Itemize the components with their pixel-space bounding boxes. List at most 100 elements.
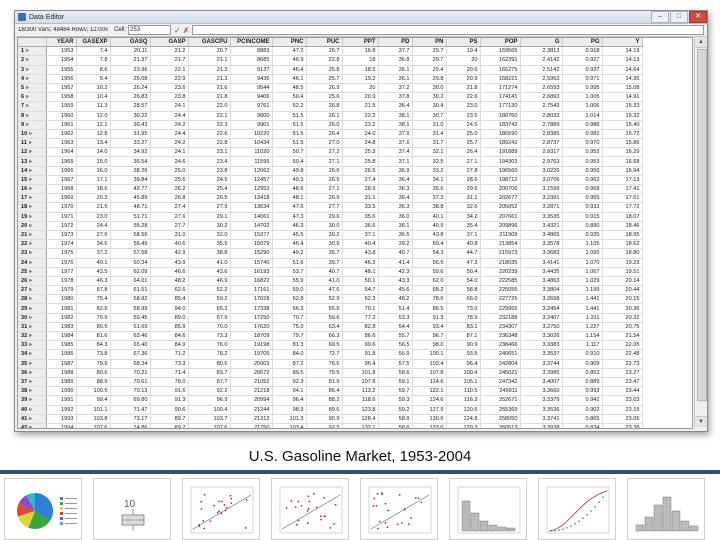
table-cell[interactable]: 9800 [230, 111, 273, 121]
table-cell[interactable]: 32.0 [188, 230, 231, 241]
table-cell[interactable]: 2.4142 [520, 55, 563, 66]
table-cell[interactable]: 3.3741 [520, 414, 563, 424]
table-cell[interactable]: 3.3383 [520, 340, 563, 351]
table-cell[interactable]: 34.2 [446, 212, 481, 222]
table-cell[interactable]: 49.8 [272, 166, 307, 176]
row-header[interactable]: 28 » [18, 294, 47, 305]
table-cell[interactable]: 1980 [46, 294, 77, 305]
table-cell[interactable]: 36.9 [378, 166, 413, 176]
table-cell[interactable]: 8883 [230, 46, 273, 57]
table-cell[interactable]: 1964 [46, 147, 77, 158]
table-cell[interactable]: 36.3 [378, 202, 413, 213]
table-cell[interactable]: 20.2 [76, 193, 111, 204]
table-cell[interactable]: 12457 [230, 175, 273, 186]
table-cell[interactable]: 47.3 [272, 212, 307, 222]
table-cell[interactable]: 36.3 [378, 184, 413, 195]
table-cell[interactable]: 1984 [46, 331, 77, 342]
thumbnail-hist2[interactable] [627, 478, 705, 540]
table-cell[interactable]: 96.4 [272, 395, 307, 406]
table-cell[interactable]: 15.33 [602, 101, 643, 112]
table-cell[interactable]: 2.9317 [520, 147, 563, 158]
table-cell[interactable]: 42.9 [150, 248, 189, 259]
table-cell[interactable]: 36.4 [378, 193, 413, 204]
table-cell[interactable]: 1.441 [562, 303, 603, 314]
table-cell[interactable]: 23.5 [446, 111, 481, 121]
table-cell[interactable]: 105.1 [446, 377, 481, 388]
table-cell[interactable]: 90.6 [342, 340, 379, 351]
row-header[interactable]: 18 » [18, 202, 47, 213]
table-cell[interactable]: 46.3 [342, 258, 379, 268]
table-cell[interactable]: 54.3 [412, 248, 447, 259]
table-cell[interactable]: 14.95 [602, 74, 643, 84]
table-cell[interactable]: 71.47 [110, 405, 151, 415]
table-cell[interactable]: 28.6 [446, 175, 481, 186]
table-cell[interactable]: 57.5 [378, 359, 413, 369]
table-cell[interactable]: 79.5 [306, 368, 343, 378]
table-cell[interactable]: 258050 [480, 414, 521, 424]
column-header-gascpu[interactable]: GASCPU [188, 38, 231, 48]
cell-value-input[interactable] [192, 25, 704, 35]
table-cell[interactable]: 2.8385 [520, 129, 563, 140]
table-cell[interactable]: 59.1 [378, 377, 413, 388]
table-cell[interactable]: 19.23 [602, 258, 643, 268]
table-cell[interactable]: 35.4 [446, 221, 481, 231]
table-cell[interactable]: 9544 [230, 83, 273, 94]
table-cell[interactable]: 13634 [230, 202, 273, 213]
table-cell[interactable]: 90.9 [446, 340, 481, 351]
table-cell[interactable]: 2.8033 [520, 111, 563, 121]
table-cell[interactable]: 37.1 [378, 156, 413, 167]
table-cell[interactable]: 29.6 [446, 184, 481, 195]
table-cell[interactable]: 43.3 [378, 276, 413, 287]
table-cell[interactable]: 68.34 [110, 359, 151, 369]
table-cell[interactable]: 27.6 [150, 212, 189, 222]
table-cell[interactable]: 59.2 [188, 294, 231, 305]
table-cell[interactable]: 165275 [480, 65, 521, 75]
table-cell[interactable]: 40.1 [76, 258, 111, 268]
table-cell[interactable]: 39.2 [378, 239, 413, 250]
table-cell[interactable]: 103.4 [412, 359, 447, 369]
table-cell[interactable]: 8685 [230, 55, 273, 66]
table-cell[interactable]: 1970 [46, 202, 77, 213]
table-cell[interactable]: 1958 [46, 92, 77, 103]
table-cell[interactable]: 14.91 [602, 92, 643, 103]
table-cell[interactable]: 35.7 [306, 248, 343, 259]
table-cell[interactable]: 168221 [480, 74, 521, 84]
table-cell[interactable]: 81.3 [272, 340, 307, 351]
table-cell[interactable]: 36.1 [378, 74, 413, 84]
table-cell[interactable]: 31.7 [412, 138, 447, 149]
table-cell[interactable]: 21.5 [342, 101, 379, 112]
table-cell[interactable]: 24.6 [150, 156, 189, 167]
table-cell[interactable]: 70.21 [110, 368, 151, 378]
table-cell[interactable]: 25.0 [150, 166, 189, 176]
table-cell[interactable]: 96.4 [446, 359, 481, 369]
table-cell[interactable]: 99.4 [76, 395, 111, 406]
table-cell[interactable]: 58.6 [378, 368, 413, 378]
table-cell[interactable]: 55.9 [306, 303, 343, 314]
table-cell[interactable]: 14702 [230, 221, 273, 231]
table-cell[interactable]: 33.27 [110, 138, 151, 149]
table-cell[interactable]: 62.09 [110, 267, 151, 277]
table-cell[interactable]: 26.7 [306, 46, 343, 57]
table-cell[interactable]: 0.993 [562, 386, 603, 397]
table-cell[interactable]: 0.962 [562, 175, 603, 186]
table-cell[interactable]: 46.1 [272, 74, 307, 84]
table-cell[interactable]: 55.7 [378, 331, 413, 342]
table-cell[interactable]: 70.1 [342, 303, 379, 314]
table-cell[interactable]: 27.6 [76, 230, 111, 241]
table-cell[interactable]: 19.2 [342, 74, 379, 84]
table-cell[interactable]: 12.8 [76, 129, 111, 140]
table-cell[interactable]: 74.86 [110, 423, 151, 428]
row-header[interactable]: 8 » [18, 111, 47, 121]
table-cell[interactable]: 21.3 [188, 74, 231, 84]
table-cell[interactable]: 56.9 [378, 349, 413, 360]
table-cell[interactable]: 123.8 [342, 405, 379, 415]
table-cell[interactable]: 1994 [46, 423, 77, 428]
table-cell[interactable]: 20.36 [602, 303, 643, 314]
table-cell[interactable]: 1971 [46, 212, 77, 222]
table-cell[interactable]: 50.4 [272, 156, 307, 167]
table-cell[interactable]: 96.7 [412, 331, 447, 342]
table-cell[interactable]: 236348 [480, 331, 521, 342]
table-cell[interactable]: 39.7 [306, 258, 343, 268]
table-cell[interactable]: 73.17 [110, 414, 151, 424]
table-cell[interactable]: 20 [342, 83, 379, 94]
